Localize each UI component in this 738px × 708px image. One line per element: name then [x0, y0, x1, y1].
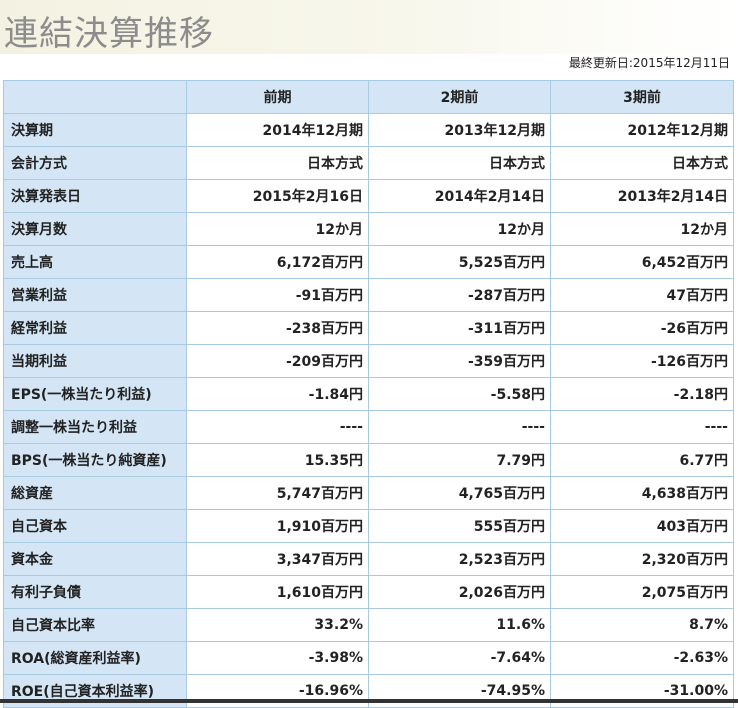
- last-updated: 最終更新日:2015年12月11日: [568, 56, 730, 70]
- table-row: 調整一株当たり利益 ---- ---- ----: [3, 410, 734, 444]
- table-cell: 4,638百万円: [550, 476, 734, 510]
- table-cell: 11.6%: [368, 608, 551, 642]
- table-row: 有利子負債 1,610百万円 2,026百万円 2,075百万円: [3, 575, 734, 609]
- table-row: 当期利益 -209百万円 -359百万円 -126百万円: [3, 344, 734, 378]
- table-row: BPS(一株当たり純資産) 15.35円 7.79円 6.77円: [3, 443, 734, 477]
- table-cell: 2,075百万円: [550, 575, 734, 609]
- table-cell: 1,610百万円: [186, 575, 369, 609]
- table-row: 自己資本 1,910百万円 555百万円 403百万円: [3, 509, 734, 543]
- table-cell: 12か月: [186, 212, 369, 246]
- table-cell: 6,452百万円: [550, 245, 734, 279]
- financial-results-table: 前期 2期前 3期前 決算期 2014年12月期 2013年12月期 2012年12月…: [3, 80, 734, 708]
- table-cell: -2.18円: [550, 377, 734, 411]
- table-cell: 日本方式: [186, 146, 369, 180]
- table-cell: ----: [550, 410, 734, 444]
- row-label: 自己資本: [3, 509, 187, 543]
- row-label: 総資産: [3, 476, 187, 510]
- table-row: 営業利益 -91百万円 -287百万円 47百万円: [3, 278, 734, 312]
- table-row: 決算期 2014年12月期 2013年12月期 2012年12月期: [3, 113, 734, 147]
- table-cell: -126百万円: [550, 344, 734, 378]
- row-label: ROA(総資産利益率): [3, 641, 187, 675]
- column-header-3-prev: 3期前: [550, 80, 734, 114]
- table-cell: 2015年2月16日: [186, 179, 369, 213]
- row-label: 決算発表日: [3, 179, 187, 213]
- table-cell: 403百万円: [550, 509, 734, 543]
- table-cell: 5,747百万円: [186, 476, 369, 510]
- table-cell: 3,347百万円: [186, 542, 369, 576]
- table-cell: 2,026百万円: [368, 575, 551, 609]
- table-row: 決算月数 12か月 12か月 12か月: [3, 212, 734, 246]
- table-cell: ----: [186, 410, 369, 444]
- row-label: BPS(一株当たり純資産): [3, 443, 187, 477]
- table-cell: -287百万円: [368, 278, 551, 312]
- table-cell: -238百万円: [186, 311, 369, 345]
- title-bar: 連結決算推移: [0, 0, 738, 54]
- page-title: 連結決算推移: [4, 14, 214, 54]
- table-row: ROA(総資産利益率) -3.98% -7.64% -2.63%: [3, 641, 734, 675]
- column-header-prev: 前期: [186, 80, 369, 114]
- table-cell: -311百万円: [368, 311, 551, 345]
- table-cell: -359百万円: [368, 344, 551, 378]
- table-cell: 2014年2月14日: [368, 179, 551, 213]
- table-cell: -3.98%: [186, 641, 369, 675]
- table-row: 総資産 5,747百万円 4,765百万円 4,638百万円: [3, 476, 734, 510]
- table-cell: 5,525百万円: [368, 245, 551, 279]
- table-cell: -2.63%: [550, 641, 734, 675]
- table-cell: 33.2%: [186, 608, 369, 642]
- table-cell: 6.77円: [550, 443, 734, 477]
- table-cell: 2,320百万円: [550, 542, 734, 576]
- row-label: 売上高: [3, 245, 187, 279]
- table-row: 決算発表日 2015年2月16日 2014年2月14日 2013年2月14日: [3, 179, 734, 213]
- table-row: 経常利益 -238百万円 -311百万円 -26百万円: [3, 311, 734, 345]
- table-cell: -91百万円: [186, 278, 369, 312]
- row-label: 当期利益: [3, 344, 187, 378]
- table-cell: 6,172百万円: [186, 245, 369, 279]
- row-label: 決算期: [3, 113, 187, 147]
- table-cell: -209百万円: [186, 344, 369, 378]
- row-label: 営業利益: [3, 278, 187, 312]
- row-label: 決算月数: [3, 212, 187, 246]
- row-label: 自己資本比率: [3, 608, 187, 642]
- table-cell: 1,910百万円: [186, 509, 369, 543]
- table-cell: -1.84円: [186, 377, 369, 411]
- table-cell: 12か月: [550, 212, 734, 246]
- table-cell: -26百万円: [550, 311, 734, 345]
- table-cell: 2013年12月期: [368, 113, 551, 147]
- table-cell: 日本方式: [368, 146, 551, 180]
- table-cell: 2013年2月14日: [550, 179, 734, 213]
- table-row: 自己資本比率 33.2% 11.6% 8.7%: [3, 608, 734, 642]
- row-label: 経常利益: [3, 311, 187, 345]
- header-corner: [3, 80, 187, 114]
- table-cell: 2014年12月期: [186, 113, 369, 147]
- window-bottom-edge: [0, 699, 738, 703]
- table-cell: 7.79円: [368, 443, 551, 477]
- table-cell: 2012年12月期: [550, 113, 734, 147]
- table-cell: 2,523百万円: [368, 542, 551, 576]
- table-cell: ----: [368, 410, 551, 444]
- row-label: EPS(一株当たり利益): [3, 377, 187, 411]
- table-cell: 12か月: [368, 212, 551, 246]
- table-row: EPS(一株当たり利益) -1.84円 -5.58円 -2.18円: [3, 377, 734, 411]
- row-label: 会計方式: [3, 146, 187, 180]
- row-label: 有利子負債: [3, 575, 187, 609]
- table-cell: 555百万円: [368, 509, 551, 543]
- table-row: 資本金 3,347百万円 2,523百万円 2,320百万円: [3, 542, 734, 576]
- table-cell: 8.7%: [550, 608, 734, 642]
- row-label: 資本金: [3, 542, 187, 576]
- table-cell: 4,765百万円: [368, 476, 551, 510]
- table-row: 会計方式 日本方式 日本方式 日本方式: [3, 146, 734, 180]
- table-row: 売上高 6,172百万円 5,525百万円 6,452百万円: [3, 245, 734, 279]
- table-cell: 15.35円: [186, 443, 369, 477]
- table-cell: -5.58円: [368, 377, 551, 411]
- table-cell: 日本方式: [550, 146, 734, 180]
- row-label: 調整一株当たり利益: [3, 410, 187, 444]
- table-cell: -7.64%: [368, 641, 551, 675]
- table-cell: 47百万円: [550, 278, 734, 312]
- column-header-2-prev: 2期前: [368, 80, 551, 114]
- table-header-row: 前期 2期前 3期前: [3, 80, 734, 114]
